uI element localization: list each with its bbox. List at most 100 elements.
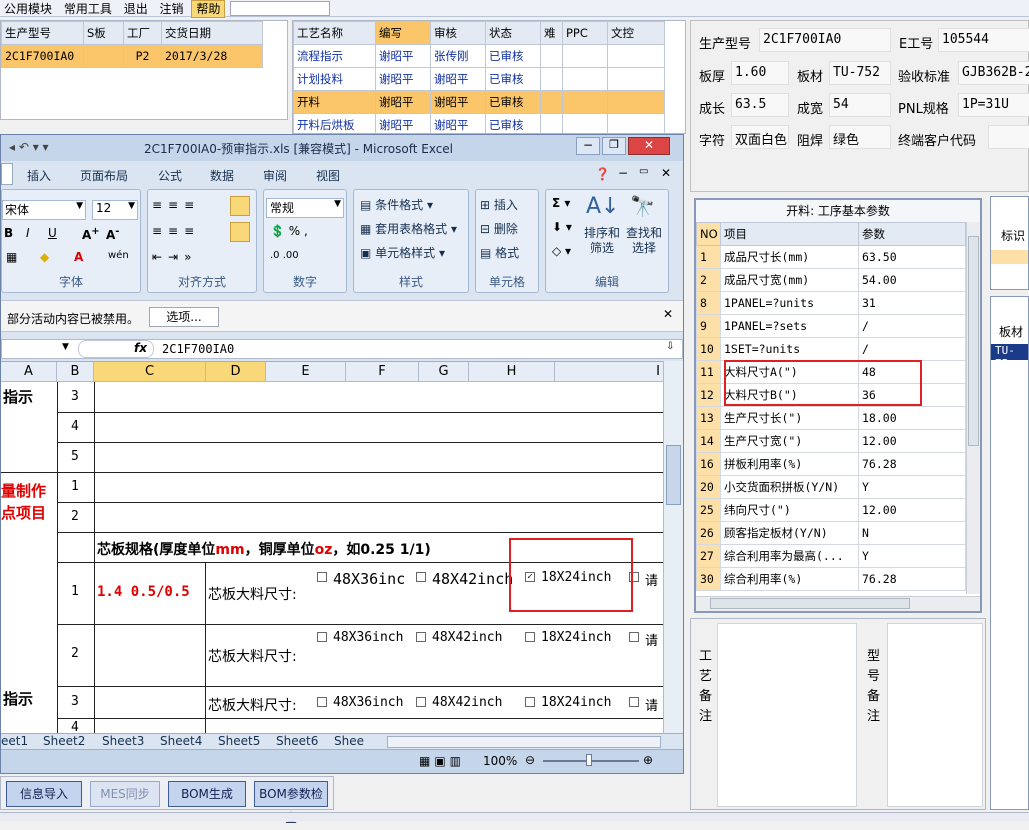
minimize-icon[interactable]: − [576,137,600,155]
table-format-button[interactable]: ▦ 套用表格格式 ▾ [360,220,457,237]
params-row[interactable]: 13 生产尺寸长(") 18.00 [696,406,966,430]
b-cell[interactable]: 1 [71,584,79,599]
col-header[interactable]: 参数 [858,222,966,246]
italic-icon[interactable]: I [26,226,30,240]
params-row[interactable]: 8 1PANEL=?units 31 [696,291,966,315]
sheet-tab[interactable]: Sheet6 [276,734,318,748]
scroll-thumb[interactable] [710,598,910,609]
col-header[interactable]: 工艺名称 [293,21,376,45]
col-header-i[interactable]: I [555,362,663,382]
clear-icon[interactable]: ◇ ▾ [552,244,571,258]
model-remark-field[interactable] [887,623,983,807]
col-header-d[interactable]: D [206,362,266,382]
mark-row[interactable] [991,250,1028,264]
mask-field[interactable]: 绿色 [829,125,891,149]
menu-combo[interactable] [230,1,330,16]
sheet-tab[interactable]: Sheet4 [160,734,202,748]
col-header-h[interactable]: H [469,362,555,382]
menu-logout[interactable]: 注销 [156,1,188,17]
table-row-selected[interactable]: 开料 谢昭平 谢昭平 已审核 [293,90,665,114]
menu-tools[interactable]: 常用工具 [60,1,116,17]
spec-value[interactable]: 1.4 0.5/0.5 [97,584,190,600]
length-field[interactable]: 63.5 [731,93,789,117]
merge-center-icon[interactable] [230,222,250,242]
option-48x42[interactable]: 48X42inch [416,695,502,710]
sheet-tab[interactable]: Sheet5 [218,734,260,748]
thickness-field[interactable]: 1.60 [731,61,789,85]
option-48x42[interactable]: 48X42inch [416,630,502,645]
b-cell[interactable]: 5 [71,449,79,464]
checkbox-icon[interactable] [629,632,639,642]
b-cell[interactable]: 1 [71,479,79,494]
col-header-a[interactable]: A [1,362,57,382]
b-cell[interactable]: 2 [71,509,79,524]
table-row[interactable]: 2C1F700IA0 P2 2017/3/28 [1,44,263,68]
wrap-text-icon[interactable] [230,196,250,216]
grow-font-icon[interactable]: A+ [82,226,100,242]
tab-formulas[interactable]: 公式 [158,167,182,184]
checkbox-icon[interactable] [416,572,426,582]
sheet-tab[interactable]: Sheet2 [43,734,85,748]
checkbox-icon[interactable] [317,632,327,642]
option-48x36[interactable]: 48X36inch [317,695,403,710]
decimal-icons[interactable]: .0 .00 [270,250,299,261]
b-cell[interactable]: 2 [71,646,79,661]
ribbon-restore-icon[interactable]: ▭ [639,166,648,177]
col-header[interactable]: 编写 [375,21,431,45]
e-number-field[interactable]: 105544 [938,28,1029,52]
conditional-format-button[interactable]: ▤ 条件格式 ▾ [360,196,433,213]
delete-cells-button[interactable]: ⊟ 删除 [480,220,518,237]
option-18x24[interactable]: 18X24inch [525,695,611,710]
checkbox-icon[interactable] [317,697,327,707]
info-import-button[interactable]: 信息导入 [6,781,82,807]
option-48x42[interactable]: 48X42inch [416,570,513,588]
option-request[interactable]: 请 [629,695,658,714]
insert-cells-button[interactable]: ⊞ 插入 [480,196,518,213]
checkbox-icon[interactable] [416,632,426,642]
tab-review[interactable]: 审阅 [263,167,287,184]
model-field[interactable]: 2C1F700IA0 [759,28,891,52]
ribbon-close-icon[interactable]: ✕ [661,166,671,180]
sort-filter-label[interactable]: 排序和筛选 [582,226,622,256]
fx-icon[interactable]: fx [134,341,147,355]
material-field[interactable]: TU-752 [829,61,891,85]
close-icon[interactable]: ✕ [628,137,670,155]
security-close-icon[interactable]: ✕ [663,307,673,321]
col-header-e[interactable]: E [266,362,346,382]
params-row[interactable]: 27 综合利用率为最高(... Y [696,544,966,568]
option-18x24[interactable]: 18X24inch [525,630,611,645]
char-field[interactable]: 双面白色 [731,125,789,149]
ribbon-minimize-icon[interactable]: − [618,166,628,180]
process-remark-field[interactable] [717,623,857,807]
board-value[interactable]: TU-75 [991,344,1028,370]
checkbox-icon[interactable] [317,572,327,582]
number-format-select[interactable]: 常规 ▼ [266,198,344,218]
params-row[interactable]: 30 综合利用率(%) 76.28 [696,567,966,591]
border-icon[interactable]: ▦ [6,250,17,264]
currency-icon[interactable]: 💲 % , [270,224,308,238]
sort-filter-icon[interactable]: A↓ [586,194,619,219]
menu-exit[interactable]: 退出 [120,1,152,17]
zoom-in-icon[interactable]: ⊕ [643,753,653,767]
bold-icon[interactable]: B [4,226,13,240]
tab-home[interactable] [1,163,13,185]
params-row[interactable]: 14 生产尺寸宽(") 12.00 [696,429,966,453]
zoom-out-icon[interactable]: ⊖ [525,753,535,767]
params-hscrollbar[interactable] [696,596,980,611]
bom-param-check-button[interactable]: BOM参数检查 [254,781,328,825]
checkbox-icon[interactable] [525,697,535,707]
col-header[interactable]: NO [696,222,721,246]
params-row[interactable]: 9 1PANEL=?sets / [696,314,966,338]
table-row[interactable]: 开料后烘板 谢昭平 谢昭平 已审核 [293,113,665,133]
format-cells-button[interactable]: ▤ 格式 [480,244,519,261]
col-header[interactable]: 生产型号 [1,21,84,45]
col-header[interactable]: 难 [540,21,563,45]
autosum-icon[interactable]: Σ ▾ [552,196,570,210]
col-header-f[interactable]: F [346,362,419,382]
zoom-level[interactable]: 100% [483,754,517,768]
option-48x36[interactable]: 48X36inc [317,570,405,588]
params-row[interactable]: 25 纬向尺寸(") 12.00 [696,498,966,522]
col-header[interactable]: 状态 [485,21,541,45]
checkbox-icon[interactable] [629,697,639,707]
option-48x36[interactable]: 48X36inch [317,630,403,645]
